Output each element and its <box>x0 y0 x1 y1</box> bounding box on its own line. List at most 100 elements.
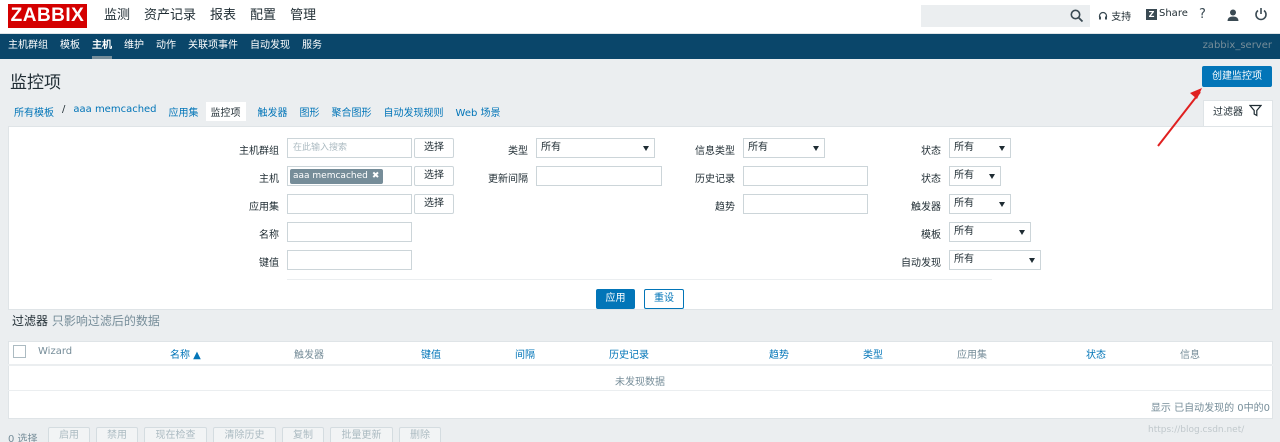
column-triggers: 触发器 <box>294 350 324 361</box>
trends-label: 趋势 <box>715 202 735 213</box>
menu-reports[interactable]: 报表 <box>203 0 243 34</box>
type-select[interactable]: 所有 <box>536 138 655 158</box>
name-input[interactable] <box>287 222 412 242</box>
menu-monitoring[interactable]: 监测 <box>97 0 137 34</box>
filter-toggle-tab[interactable]: 过滤器 <box>1203 100 1273 127</box>
no-data-message: 未发现数据 <box>615 377 665 388</box>
dropdown-arrow-icon <box>989 174 995 179</box>
state-select[interactable]: 所有 <box>949 138 1011 158</box>
help-icon[interactable]: ? <box>1199 7 1206 22</box>
menu-inventory[interactable]: 资产记录 <box>137 0 203 34</box>
triggers-label: 触发器 <box>911 202 941 213</box>
tab-items[interactable]: 监控项 <box>205 102 246 121</box>
selected-count: 0 选择 <box>8 434 38 442</box>
template-label: 模板 <box>921 230 941 241</box>
column-status[interactable]: 状态 <box>1086 346 1106 361</box>
sign-out-icon[interactable] <box>1254 7 1268 21</box>
column-type[interactable]: 类型 <box>863 346 883 361</box>
apply-filter-button[interactable]: 应用 <box>596 289 635 309</box>
watermark: https://blog.csdn.net/ <box>1148 425 1245 435</box>
template-select-value: 所有 <box>954 226 974 237</box>
filter-caption-title: 过滤器 <box>12 314 49 328</box>
status-select-value: 所有 <box>954 170 974 181</box>
check-now-button[interactable]: 现在检查 <box>144 427 207 442</box>
submenu-templates[interactable]: 模板 <box>54 34 86 59</box>
clear-history-button[interactable]: 清除历史 <box>213 427 276 442</box>
filter-caption-subtitle: 只影响过滤后的数据 <box>51 314 160 328</box>
submenu-actions[interactable]: 动作 <box>150 34 182 59</box>
annotation-arrow <box>1157 88 1202 147</box>
application-label: 应用集 <box>249 202 279 213</box>
submenu-services[interactable]: 服务 <box>296 34 328 59</box>
tab-graphs[interactable]: 图形 <box>300 104 320 121</box>
create-item-button[interactable]: 创建监控项 <box>1202 66 1272 87</box>
host-group-input[interactable]: 在此输入搜索 <box>287 138 412 158</box>
share-link[interactable]: Z Share <box>1146 8 1188 20</box>
delete-button[interactable]: 删除 <box>399 427 441 442</box>
enable-button[interactable]: 启用 <box>48 427 90 442</box>
table-header-divider <box>8 364 1273 366</box>
status-label: 状态 <box>921 174 941 185</box>
sub-menu-bar: 主机群组 模板 主机 维护 动作 关联项事件 自动发现 服务 zabbix_se… <box>0 34 1280 59</box>
key-input[interactable] <box>287 250 412 270</box>
discovery-select-value: 所有 <box>954 254 974 265</box>
host-group-select-button[interactable]: 选择 <box>414 138 454 158</box>
support-link[interactable]: 支持 <box>1098 8 1131 23</box>
breadcrumb: 所有模板 / aaa memcached 应用集 监控项 触发器 图形 聚合图形… <box>14 102 513 121</box>
headset-icon <box>1098 11 1108 20</box>
triggers-select[interactable]: 所有 <box>949 194 1011 214</box>
tab-triggers[interactable]: 触发器 <box>258 104 288 121</box>
discovery-label: 自动发现 <box>901 258 941 269</box>
select-all-checkbox[interactable] <box>13 345 26 358</box>
menu-administration[interactable]: 管理 <box>283 0 323 34</box>
host-select-button[interactable]: 选择 <box>414 166 454 186</box>
tab-applications[interactable]: 应用集 <box>169 104 199 121</box>
host-chip-label: aaa memcached <box>293 171 368 181</box>
copy-button[interactable]: 复制 <box>282 427 324 442</box>
submenu-hosts[interactable]: 主机 <box>86 34 118 59</box>
tab-web-scenarios[interactable]: Web 场景 <box>456 104 501 121</box>
server-name: zabbix_server <box>1202 40 1272 51</box>
state-label: 状态 <box>921 146 941 157</box>
application-input[interactable] <box>287 194 412 214</box>
breadcrumb-all-templates[interactable]: 所有模板 <box>14 104 54 121</box>
submenu-host-groups[interactable]: 主机群组 <box>2 34 54 59</box>
status-select[interactable]: 所有 <box>949 166 1001 186</box>
discovery-select[interactable]: 所有 <box>949 250 1041 270</box>
mass-update-button[interactable]: 批量更新 <box>330 427 393 442</box>
column-key[interactable]: 键值 <box>421 346 441 361</box>
submenu-discovery[interactable]: 自动发现 <box>244 34 296 59</box>
trends-input[interactable] <box>743 194 868 214</box>
column-name[interactable]: 名称 ▲ <box>170 346 201 361</box>
submenu-maintenance[interactable]: 维护 <box>118 34 150 59</box>
zabbix-logo[interactable]: ZABBIX <box>8 4 87 28</box>
reset-filter-button[interactable]: 重设 <box>644 289 684 309</box>
tab-screens[interactable]: 聚合图形 <box>332 104 372 121</box>
table-row-divider <box>8 390 1273 391</box>
menu-configuration[interactable]: 配置 <box>243 0 283 34</box>
info-type-select[interactable]: 所有 <box>743 138 825 158</box>
support-label: 支持 <box>1111 12 1132 23</box>
breadcrumb-template[interactable]: aaa memcached <box>73 104 156 121</box>
chip-remove-icon[interactable]: ✖ <box>372 171 380 181</box>
search-icon[interactable] <box>1069 8 1085 24</box>
template-select[interactable]: 所有 <box>949 222 1031 242</box>
application-select-button[interactable]: 选择 <box>414 194 454 214</box>
tab-discovery-rules[interactable]: 自动发现规则 <box>384 104 444 121</box>
column-applications: 应用集 <box>957 350 987 361</box>
submenu-event-correlation[interactable]: 关联项事件 <box>182 34 244 59</box>
column-trends[interactable]: 趋势 <box>769 346 789 361</box>
host-label: 主机 <box>259 174 279 185</box>
global-search-input[interactable] <box>921 5 1090 27</box>
page-title: 监控项 <box>10 73 61 93</box>
dropdown-arrow-icon <box>999 202 1005 207</box>
column-interval[interactable]: 间隔 <box>515 346 535 361</box>
user-profile-icon[interactable] <box>1226 8 1240 22</box>
disable-button[interactable]: 禁用 <box>96 427 138 442</box>
column-history[interactable]: 历史记录 <box>609 346 649 361</box>
name-label: 名称 <box>259 230 279 241</box>
column-wizard: Wizard <box>38 346 73 357</box>
interval-input[interactable] <box>536 166 662 186</box>
history-input[interactable] <box>743 166 868 186</box>
triggers-select-value: 所有 <box>954 198 974 209</box>
